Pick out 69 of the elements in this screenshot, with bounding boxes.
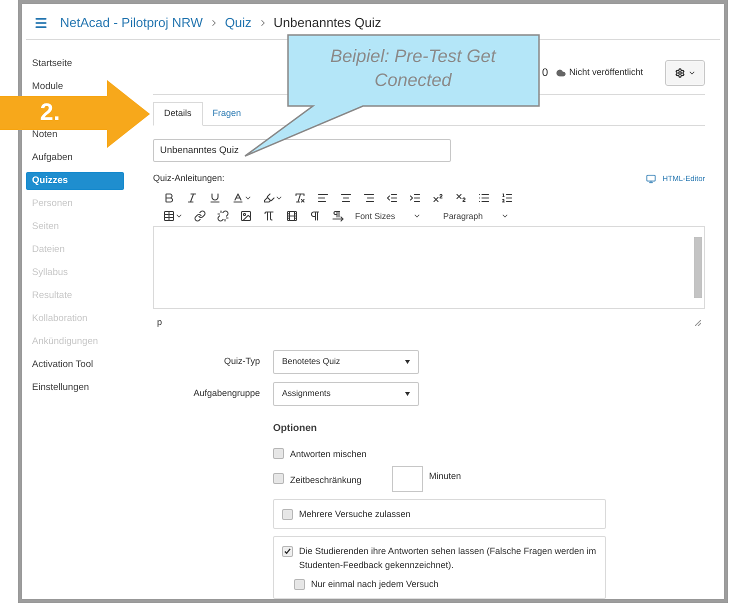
superscript-icon[interactable]	[432, 192, 444, 204]
clear-format-icon[interactable]	[294, 192, 306, 204]
field-label: Quiz-Anleitungen:	[153, 172, 225, 186]
cloud-icon	[556, 68, 566, 78]
table-icon[interactable]	[163, 210, 175, 222]
paragraph-dropdown[interactable]: Paragraph	[443, 210, 509, 222]
checkbox[interactable]	[273, 473, 284, 484]
callout-text: Beipiel: Pre-Test Get Conected	[329, 45, 498, 92]
element-path: p	[157, 316, 162, 330]
menu-icon[interactable]	[34, 16, 48, 30]
indent-icon[interactable]	[409, 192, 421, 204]
checkbox[interactable]	[282, 546, 293, 557]
sidebar-item[interactable]: Module	[26, 78, 70, 96]
points-text: 0	[542, 66, 548, 81]
checkbox[interactable]	[273, 448, 284, 460]
settings-button[interactable]	[665, 60, 705, 86]
field-label: Aufgabengruppe	[192, 386, 260, 400]
text-color-icon[interactable]	[232, 192, 244, 204]
media-icon[interactable]	[286, 210, 298, 222]
breadcrumb-current: Unbenanntes Quiz	[274, 14, 382, 32]
caret-icon	[405, 392, 410, 396]
numbered-list-icon[interactable]	[501, 192, 513, 204]
breadcrumb-link[interactable]: Quiz	[224, 12, 252, 32]
sidebar-item[interactable]: Quizzes	[26, 172, 124, 190]
field-label: Quiz-Typ	[222, 354, 260, 368]
tab[interactable]: Details	[153, 102, 203, 126]
option-label: Zeitbeschränkung	[290, 474, 362, 485]
select-dropdown[interactable]: Assignments	[273, 382, 419, 406]
resize-handle-icon[interactable]	[695, 320, 701, 326]
pilcrow-direction-icon[interactable]	[332, 210, 344, 222]
publish-status[interactable]: Nicht veröffentlicht	[569, 66, 643, 80]
bold-icon[interactable]	[163, 192, 175, 204]
checkbox[interactable]	[294, 578, 305, 590]
select-dropdown[interactable]: Benotetes Quiz	[273, 350, 419, 374]
subscript-icon[interactable]	[455, 192, 467, 204]
breadcrumb-link[interactable]: NetAcad - Pilotproj NRW	[60, 12, 203, 32]
caret-icon	[405, 360, 410, 364]
italic-icon[interactable]	[186, 192, 198, 204]
font-size-dropdown[interactable]: Font Sizes	[355, 210, 422, 222]
settings-icon	[674, 68, 684, 78]
option-label: Antworten mischen	[290, 448, 367, 461]
sidebar-item[interactable]: Startseite	[26, 55, 78, 73]
title-input[interactable]: Unbenanntes Quiz	[153, 138, 451, 162]
image-icon[interactable]	[240, 210, 252, 222]
checkmark-icon	[284, 548, 291, 555]
option-label: Die Studierenden ihre Antworten sehen lassen (Falsche Fragen werden im Studenten-Feedback gekennzeichnet).	[299, 544, 597, 572]
link-icon[interactable]	[194, 210, 206, 222]
underline-icon[interactable]	[209, 192, 221, 204]
step-number: 2.	[40, 100, 60, 126]
sidebar-item[interactable]: Aufgaben	[26, 149, 79, 167]
option-label: Nur einmal nach jedem Versuch	[311, 578, 439, 591]
unit-label: Minuten	[429, 470, 462, 483]
sidebar-item[interactable]: Einstellungen	[26, 379, 96, 397]
sidebar-item[interactable]: Activation Tool	[26, 356, 100, 374]
align-center-icon[interactable]	[340, 192, 352, 204]
minutes-input[interactable]	[392, 466, 423, 492]
pilcrow-icon[interactable]	[309, 210, 321, 222]
align-left-icon[interactable]	[317, 192, 329, 204]
section-heading: Optionen	[273, 422, 318, 436]
option-label: Mehrere Versuche zulassen	[299, 508, 411, 521]
highlight-icon[interactable]	[263, 192, 275, 204]
sidebar-item[interactable]: Noten	[26, 126, 64, 144]
pi-icon[interactable]	[263, 210, 275, 222]
outdent-icon[interactable]	[386, 192, 398, 204]
unlink-icon[interactable]	[217, 210, 229, 222]
scrollbar[interactable]	[694, 237, 702, 298]
tab[interactable]: Fragen	[202, 102, 252, 126]
align-right-icon[interactable]	[363, 192, 375, 204]
checkbox[interactable]	[282, 508, 293, 520]
